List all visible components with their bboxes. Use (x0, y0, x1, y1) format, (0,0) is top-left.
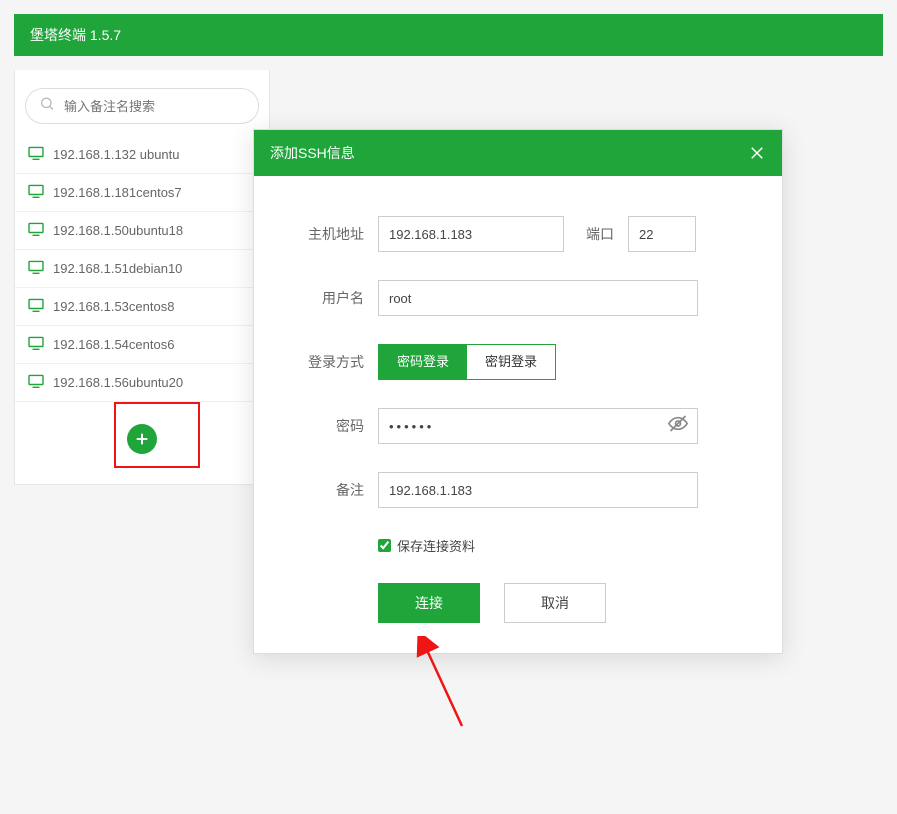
modal-header: 添加SSH信息 (254, 130, 782, 176)
port-input[interactable] (628, 216, 696, 252)
search-wrap (25, 88, 259, 124)
host-input[interactable] (378, 216, 564, 252)
monitor-icon (27, 298, 45, 315)
app-title: 堡塔终端 1.5.7 (30, 27, 121, 43)
host-label: 192.168.1.51debian10 (53, 261, 182, 276)
monitor-icon (27, 260, 45, 277)
host-label: 192.168.1.53centos8 (53, 299, 174, 314)
login-type-password[interactable]: 密码登录 (379, 345, 467, 379)
add-ssh-modal: 添加SSH信息 主机地址 端口 用户名 登录方式 密码登录 密钥登录 密码 (253, 129, 783, 654)
host-item[interactable]: 192.168.1.181centos7 (15, 174, 269, 212)
monitor-icon (27, 222, 45, 239)
password-input[interactable] (378, 408, 698, 444)
label-username: 用户名 (292, 288, 378, 308)
monitor-icon (27, 146, 45, 163)
app-header: 堡塔终端 1.5.7 (14, 14, 883, 56)
label-remark: 备注 (292, 480, 378, 500)
remark-input[interactable] (378, 472, 698, 508)
host-item[interactable]: 192.168.1.50ubuntu18 (15, 212, 269, 250)
monitor-icon (27, 184, 45, 201)
save-connection-checkbox[interactable] (378, 539, 391, 552)
host-label: 192.168.1.132 ubuntu (53, 147, 180, 162)
host-label: 192.168.1.50ubuntu18 (53, 223, 183, 238)
label-password: 密码 (292, 416, 378, 436)
row-login-type: 登录方式 密码登录 密钥登录 (292, 344, 744, 380)
button-row: 连接 取消 (378, 583, 744, 623)
cancel-button[interactable]: 取消 (504, 583, 606, 623)
modal-title: 添加SSH信息 (270, 130, 355, 176)
search-icon (39, 96, 55, 117)
row-password: 密码 (292, 408, 744, 444)
row-remark: 备注 (292, 472, 744, 508)
eye-off-icon[interactable] (668, 414, 688, 439)
host-item[interactable]: 192.168.1.132 ubuntu (15, 136, 269, 174)
label-login-type: 登录方式 (292, 352, 378, 372)
label-port: 端口 (586, 224, 614, 244)
host-label: 192.168.1.54centos6 (53, 337, 174, 352)
modal-body: 主机地址 端口 用户名 登录方式 密码登录 密钥登录 密码 (254, 176, 782, 653)
host-list: 192.168.1.132 ubuntu 192.168.1.181centos7… (15, 136, 269, 402)
add-host-button[interactable] (127, 424, 157, 454)
connect-button[interactable]: 连接 (378, 583, 480, 623)
add-button-wrap (15, 424, 269, 454)
host-label: 192.168.1.56ubuntu20 (53, 375, 183, 390)
login-type-toggle: 密码登录 密钥登录 (378, 344, 556, 380)
row-save: 保存连接资料 (378, 536, 744, 555)
label-host: 主机地址 (292, 224, 378, 244)
host-item[interactable]: 192.168.1.51debian10 (15, 250, 269, 288)
login-type-key[interactable]: 密钥登录 (467, 345, 555, 379)
row-username: 用户名 (292, 280, 744, 316)
monitor-icon (27, 374, 45, 391)
row-host: 主机地址 端口 (292, 216, 744, 252)
monitor-icon (27, 336, 45, 353)
host-label: 192.168.1.181centos7 (53, 185, 182, 200)
host-item[interactable]: 192.168.1.56ubuntu20 (15, 364, 269, 402)
close-icon[interactable] (748, 144, 766, 162)
label-save-connection[interactable]: 保存连接资料 (397, 536, 475, 555)
search-input[interactable] (25, 88, 259, 124)
host-item[interactable]: 192.168.1.54centos6 (15, 326, 269, 364)
host-item[interactable]: 192.168.1.53centos8 (15, 288, 269, 326)
username-input[interactable] (378, 280, 698, 316)
password-wrap (378, 408, 698, 444)
sidebar: 192.168.1.132 ubuntu 192.168.1.181centos7… (14, 70, 270, 485)
